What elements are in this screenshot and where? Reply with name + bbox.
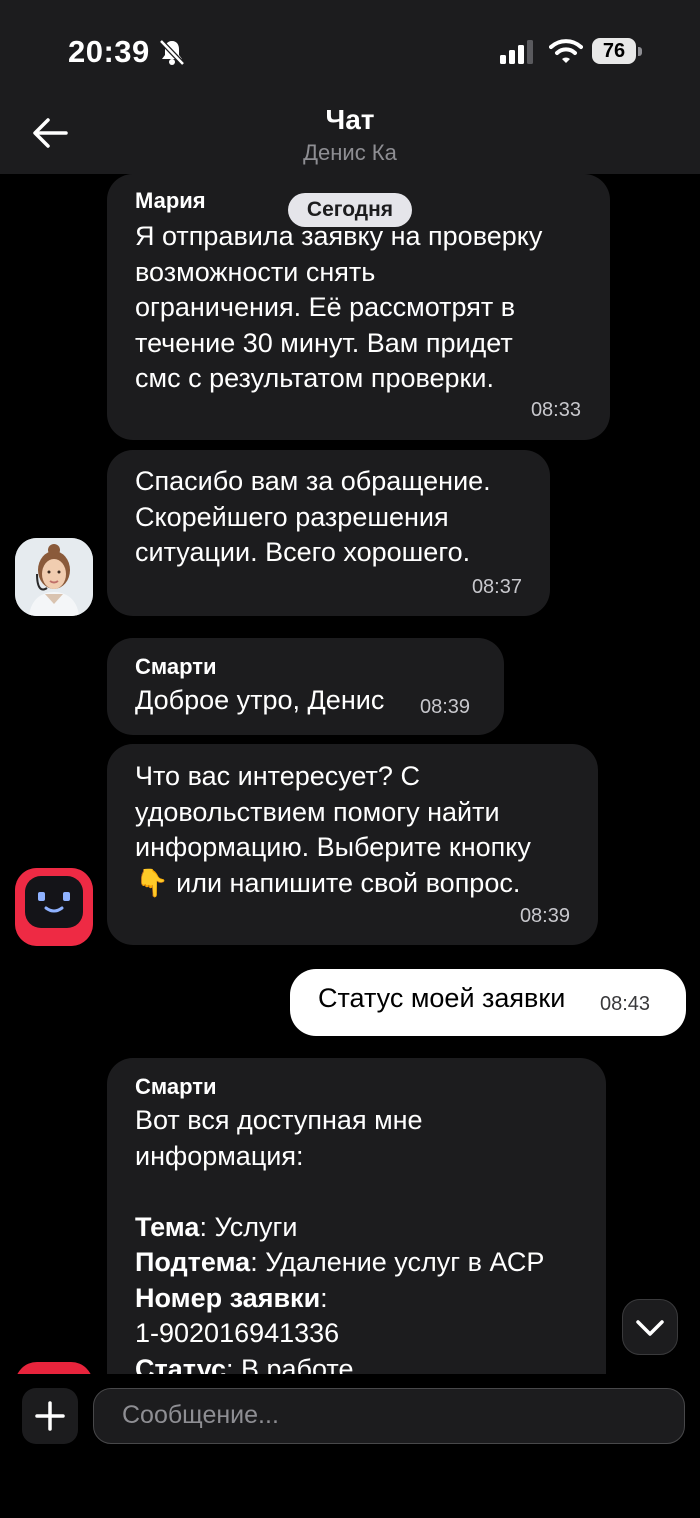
info-number: Номер заявки: [135,1281,595,1317]
message-line: Вот вся доступная мне [135,1105,423,1135]
info-label: Подтема [135,1247,251,1277]
info-label: Номер заявки [135,1282,321,1313]
battery-nub [638,47,642,56]
top-area: 20:39 76 Чат Денис Ка [0,0,700,174]
info-status: Статус: В работе [135,1352,595,1375]
plus-icon [35,1401,65,1431]
message-line: удовольствием помогу найти [135,796,500,827]
message-line: 👇 или напишите свой вопрос. [135,867,521,898]
message-line: Скорейшего разрешения [135,501,449,532]
message-bubble: Смарти Доброе утро, Денис 08:39 [107,638,504,735]
message-line: смс с результатом проверки. [135,363,494,393]
scroll-down-button[interactable] [622,1299,678,1355]
message-text: Спасибо вам за обращение. Скорейшего раз… [135,464,535,571]
message-time: 08:39 [420,696,471,718]
message-text: Я отправила заявку на проверку возможнос… [135,219,595,397]
bell-slash-icon [159,39,185,66]
message-bubble: Что вас интересует? С удовольствием помо… [107,744,598,945]
chevron-down-icon [636,1320,664,1336]
message-sender: Смарти [135,1074,217,1099]
date-separator: Сегодня [288,193,412,227]
info-label: Статус [135,1353,226,1375]
status-bar: 20:39 76 [0,0,700,100]
status-time: 20:39 [68,34,150,69]
info-value: : Удаление услуг в АСР [250,1247,545,1277]
info-value: : Услуги [199,1211,298,1242]
message-text: Доброе утро, Денис [135,685,385,715]
bot-avatar-partial [15,1362,93,1374]
info-value: : В работе [226,1353,354,1375]
message-input[interactable]: Сообщение... [93,1388,685,1444]
request-number: 1-902016941336 [135,1318,340,1348]
message-line: течение 30 минут. Вам придет [135,327,513,358]
message-line: информация: [135,1140,304,1171]
page-subtitle: Денис Ка [303,140,397,165]
wifi-icon [549,39,583,63]
message-line: ситуации. Всего хорошего. [135,537,471,567]
message-line: ограничения. Её рассмотрят в [135,292,516,322]
nav-bar: Чат Денис Ка [0,100,700,174]
info-label: Тема [135,1211,200,1242]
message-bubble: Спасибо вам за обращение. Скорейшего раз… [107,450,550,616]
bot-avatar[interactable] [15,868,93,946]
message-time: 08:37 [471,576,522,598]
composer: Сообщение... [0,1374,700,1518]
message-bubble: Смарти Вот вся доступная мне информация:… [107,1058,606,1374]
info-subtopic: Подтема: Удаление услуг в АСР [135,1245,595,1281]
info-value: : [320,1282,328,1313]
operator-avatar[interactable] [15,538,93,616]
message-sender: Смарти [135,654,217,679]
attach-button[interactable] [22,1388,78,1444]
message-line: информацию. Выберите кнопку [135,832,531,862]
cellular-signal-icon [500,40,533,64]
message-text: Вот вся доступная мне информация: Тема: … [135,1103,595,1374]
operator-avatar-image [15,538,93,616]
outgoing-message-bubble: Статус моей заявки 08:43 [290,969,686,1036]
message-time: 08:33 [530,399,581,421]
bot-avatar-image [15,868,93,946]
message-text: Статус моей заявки [318,983,566,1013]
message-line: Что вас интересует? С [135,761,420,791]
battery-level: 76 [602,40,626,62]
message-sender: Мария [135,188,206,213]
info-topic: Тема: Услуги [135,1210,595,1246]
message-line: возможности снять [135,256,376,287]
chat-messages[interactable]: Мария Я отправила заявку на проверку воз… [0,174,700,1374]
battery-icon: 76 [592,38,642,66]
message-time: 08:43 [600,993,651,1015]
message-text: Что вас интересует? С удовольствием помо… [135,759,585,901]
message-line: Спасибо вам за обращение. [135,466,491,496]
page-title: Чат [325,104,375,135]
message-time: 08:39 [519,905,570,927]
